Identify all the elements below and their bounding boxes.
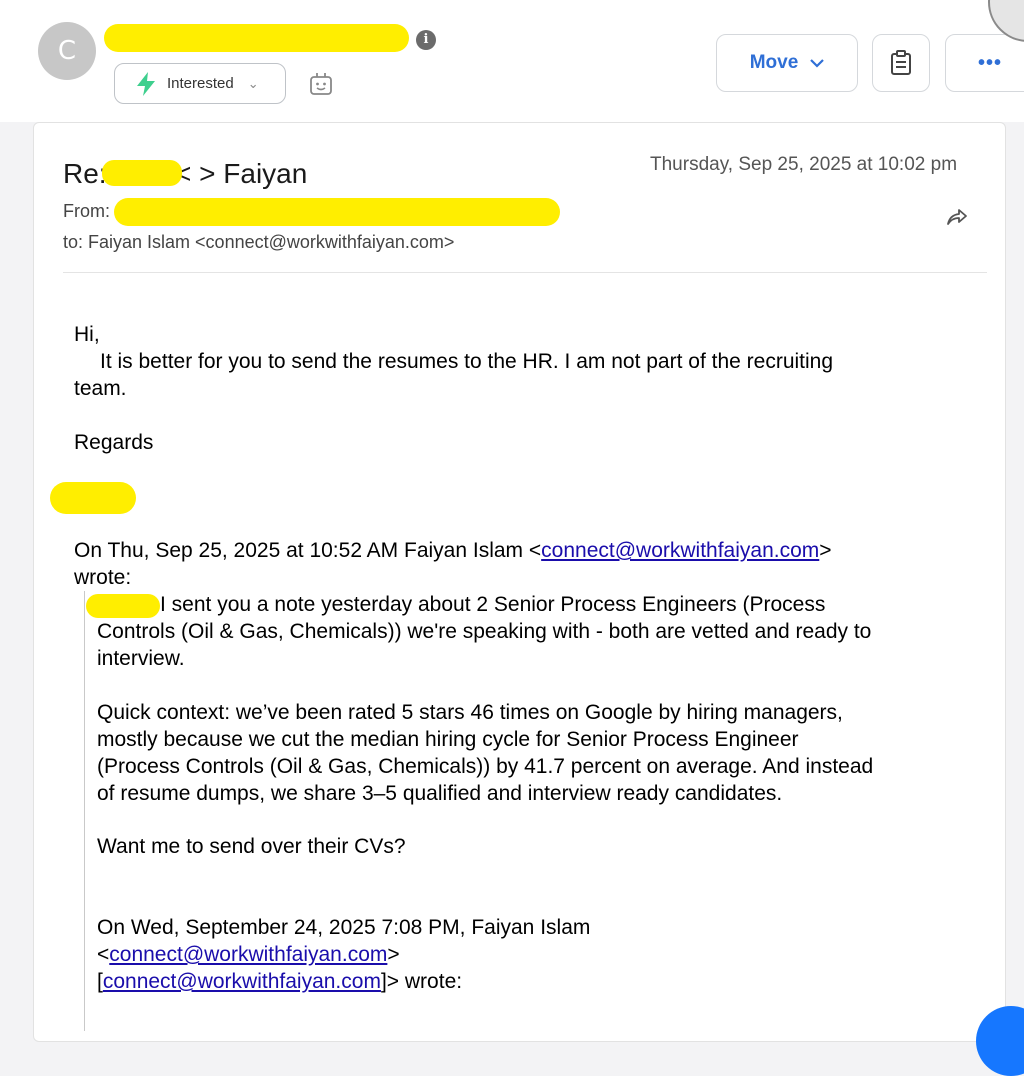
email-date: Thursday, Sep 25, 2025 at 10:02 pm — [650, 154, 958, 175]
chevron-down-icon — [810, 59, 825, 68]
signoff: Regards — [74, 431, 154, 454]
quoted-line: Quick context: we’ve been rated 5 stars … — [97, 701, 843, 724]
from-label: From: — [63, 201, 110, 221]
lead-status-label: Interested — [167, 75, 234, 92]
redacted-signature — [50, 482, 136, 514]
info-icon[interactable]: i — [416, 30, 436, 50]
quote-attribution: On Thu, Sep 25, 2025 at 10:52 AM Faiyan … — [74, 539, 832, 562]
body-line: team. — [74, 377, 127, 400]
forward-icon[interactable] — [945, 205, 969, 229]
redacted-sender-name — [104, 24, 409, 52]
sender-avatar: C — [38, 22, 96, 80]
robot-icon[interactable] — [308, 71, 334, 97]
email-link[interactable]: connect@workwithfaiyan.com — [541, 539, 819, 562]
nested-email: <connect@workwithfaiyan.com> — [97, 943, 400, 966]
body-line: It is better for you to send the resumes… — [100, 350, 834, 373]
nested-attribution: On Wed, September 24, 2025 7:08 PM, Faiy… — [97, 916, 591, 939]
quoted-line: Want me to send over their CVs? — [97, 835, 406, 858]
redacted-from-address — [114, 198, 560, 226]
quoted-line: (Process Controls (Oil & Gas, Chemicals)… — [97, 755, 874, 778]
move-label: Move — [749, 52, 799, 73]
quoted-line: of resume dumps, we share 3–5 qualified … — [97, 782, 783, 805]
quote-wrote: wrote: — [74, 566, 132, 589]
redacted-recipient-name — [86, 594, 160, 618]
quoted-line: Controls (Oil & Gas, Chemicals)) we're s… — [97, 620, 872, 643]
email-card — [33, 122, 1006, 1042]
email-subject: Re: < > Faiyan — [63, 158, 307, 190]
quote-bar — [84, 591, 85, 1031]
clipboard-icon — [891, 50, 911, 75]
to-recipient: to: Faiyan Islam <connect@workwithfaiyan… — [63, 232, 455, 252]
subject-suffix: < > Faiyan — [175, 158, 308, 189]
quoted-line: I sent you a note yesterday about 2 Seni… — [160, 593, 826, 616]
quoted-line: mostly because we cut the median hiring … — [97, 728, 799, 751]
greeting: Hi, — [74, 323, 100, 346]
quoted-line: interview. — [97, 647, 185, 670]
email-link[interactable]: connect@workwithfaiyan.com — [103, 970, 381, 993]
nested-email: [connect@workwithfaiyan.com]> wrote: — [97, 970, 463, 993]
redacted-subject-name — [102, 160, 182, 186]
lead-status-dropdown[interactable]: Interested ⌄ — [114, 63, 286, 104]
chevron-down-icon: ⌄ — [247, 75, 259, 91]
notes-button[interactable] — [872, 34, 930, 92]
more-options-button[interactable]: ••• — [945, 34, 1024, 92]
header-divider — [63, 272, 987, 273]
email-link[interactable]: connect@workwithfaiyan.com — [109, 943, 387, 966]
move-button[interactable]: Move — [716, 34, 858, 92]
lightning-bolt-icon — [137, 71, 155, 96]
